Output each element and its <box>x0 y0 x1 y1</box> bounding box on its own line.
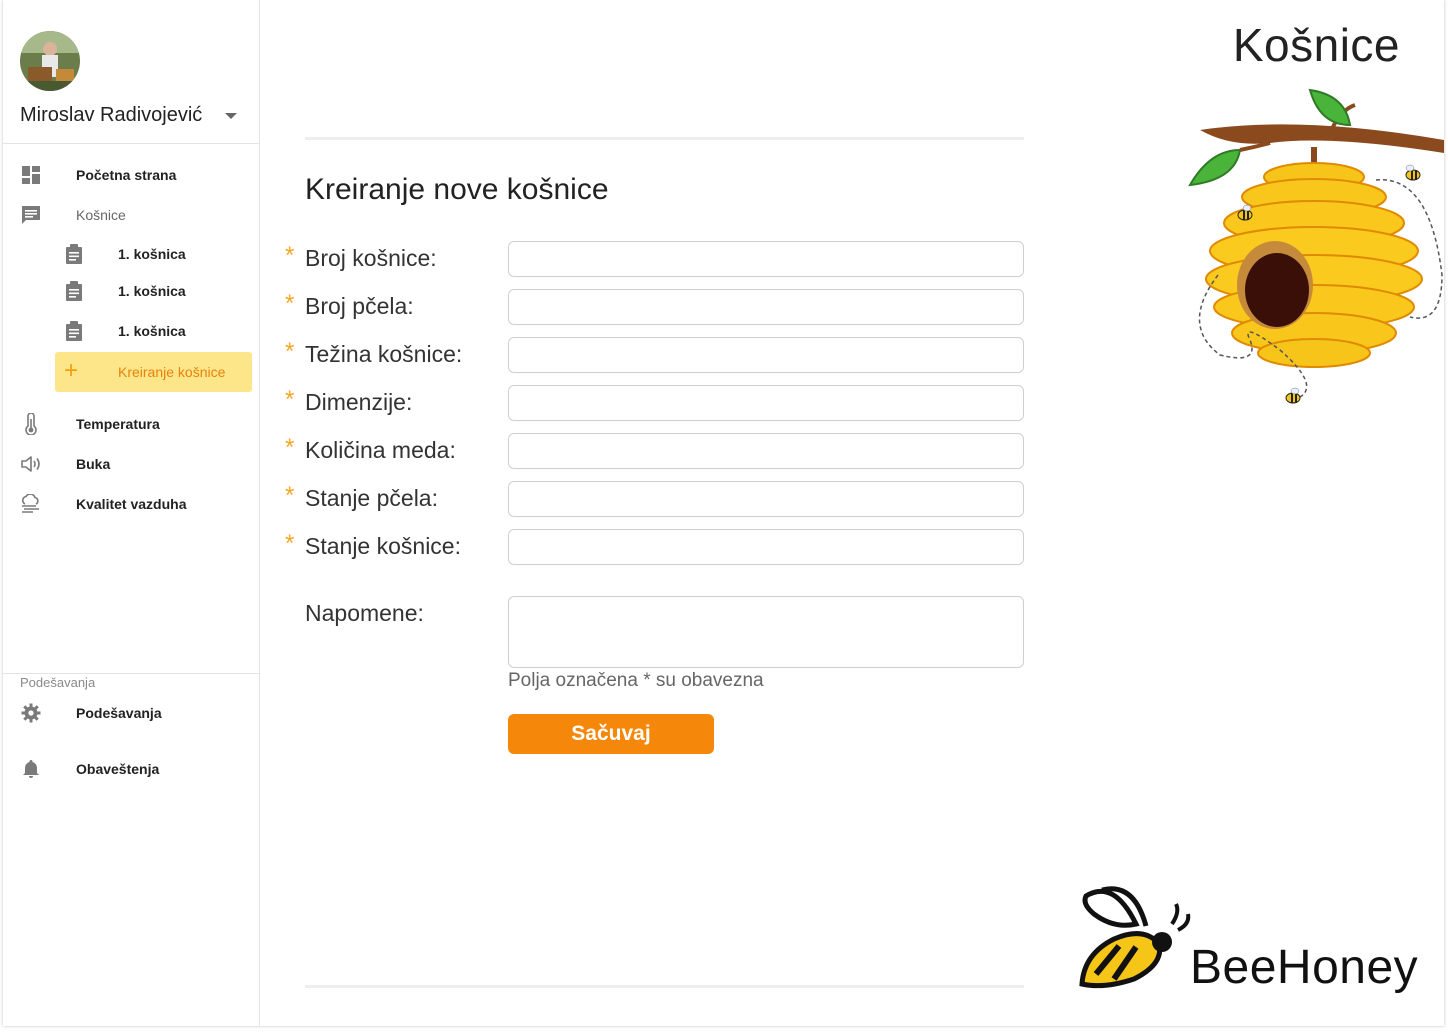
settings-section-label: Podešavanja <box>20 675 96 690</box>
divider <box>305 985 1024 988</box>
sidebar-item-hives[interactable]: Košnice <box>3 197 259 233</box>
bee-state-field[interactable] <box>508 481 1024 517</box>
sidebar-item-label: Kreiranje košnice <box>118 364 226 380</box>
sidebar: Miroslav Radivojević Početna strana Košn… <box>3 0 260 1026</box>
sidebar-item-label: Buka <box>76 456 111 472</box>
divider <box>305 137 1024 140</box>
sidebar-subitem-hive[interactable]: 1. košnica <box>3 313 259 349</box>
plus-icon: + <box>64 357 79 384</box>
chevron-down-icon[interactable] <box>225 113 237 119</box>
field-label: Težina košnice: <box>305 341 463 367</box>
form-title: Kreiranje nove košnice <box>305 173 609 206</box>
sidebar-item-home[interactable]: Početna strana <box>3 157 259 193</box>
divider <box>3 673 259 674</box>
field-label: Broj košnice: <box>305 245 437 271</box>
sidebar-item-settings[interactable]: Podešavanja <box>3 695 259 731</box>
avatar[interactable] <box>20 31 80 91</box>
sidebar-item-notifications[interactable]: Obaveštenja <box>3 751 259 787</box>
field-label: Broj pčela: <box>305 293 414 319</box>
required-mark: * <box>285 482 295 509</box>
bell-icon <box>20 758 42 780</box>
hive-weight-field[interactable] <box>508 337 1024 373</box>
sidebar-subitem-hive[interactable]: 1. košnica <box>3 273 259 309</box>
field-label: Količina meda: <box>305 437 456 463</box>
field-label: Stanje košnice: <box>305 533 461 559</box>
sidebar-item-label: Obaveštenja <box>76 761 160 777</box>
notes-label: Napomene: <box>305 600 424 626</box>
sidebar-item-label: Košnice <box>76 207 126 223</box>
sidebar-item-label: 1. košnica <box>118 246 186 262</box>
save-button[interactable]: Sačuvaj <box>508 714 714 754</box>
gear-icon <box>20 702 42 724</box>
page-title: Košnice <box>1232 19 1400 71</box>
air-quality-icon <box>20 493 42 515</box>
thermometer-icon <box>20 413 42 435</box>
clipboard-icon <box>63 280 85 302</box>
required-hint: Polja označena * su obavezna <box>508 670 764 691</box>
field-label: Stanje pčela: <box>305 485 438 511</box>
sidebar-item-noise[interactable]: Buka <box>3 446 259 482</box>
beehive-illustration <box>1180 85 1444 410</box>
dashboard-icon <box>20 164 42 186</box>
required-mark: * <box>285 386 295 413</box>
sidebar-item-label: Kvalitet vazduha <box>76 496 187 512</box>
sidebar-subitem-hive[interactable]: 1. košnica <box>3 236 259 272</box>
sidebar-item-label: Podešavanja <box>76 705 162 721</box>
speaker-icon <box>20 453 42 475</box>
required-mark: * <box>285 338 295 365</box>
honey-amount-field[interactable] <box>508 433 1024 469</box>
sidebar-item-air-quality[interactable]: Kvalitet vazduha <box>3 486 259 522</box>
required-mark: * <box>285 290 295 317</box>
clipboard-icon <box>63 243 85 265</box>
sidebar-item-label: Temperatura <box>76 416 160 432</box>
bee-count-field[interactable] <box>508 289 1024 325</box>
required-mark: * <box>285 530 295 557</box>
hive-number-field[interactable] <box>508 241 1024 277</box>
sidebar-item-label: 1. košnica <box>118 283 186 299</box>
required-mark: * <box>285 434 295 461</box>
clipboard-icon <box>63 320 85 342</box>
sidebar-item-temperature[interactable]: Temperatura <box>3 406 259 442</box>
field-label: Dimenzije: <box>305 389 413 415</box>
dimensions-field[interactable] <box>508 385 1024 421</box>
brand-name: BeeHoney <box>1190 941 1419 994</box>
message-icon <box>20 204 42 226</box>
user-name[interactable]: Miroslav Radivojević <box>20 104 202 127</box>
notes-textarea[interactable] <box>508 596 1024 668</box>
sidebar-item-create-hive[interactable]: + Kreiranje košnice <box>55 352 252 392</box>
sidebar-item-label: 1. košnica <box>118 323 186 339</box>
divider <box>3 143 259 144</box>
hive-state-field[interactable] <box>508 529 1024 565</box>
sidebar-item-label: Početna strana <box>76 167 177 183</box>
required-mark: * <box>285 242 295 269</box>
